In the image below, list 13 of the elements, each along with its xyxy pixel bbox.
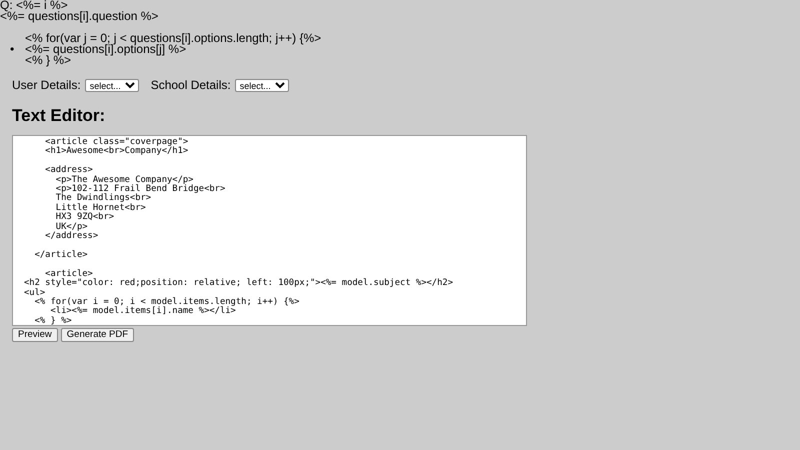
details-dropdown[interactable]: select... <box>84 78 139 92</box>
bullet-mark: • <box>10 44 14 55</box>
template-line: <% } %> <box>25 55 72 66</box>
details-dropdown[interactable]: select... <box>234 78 289 92</box>
template-line: <%= questions[i].question %> <box>0 11 160 22</box>
select-label: School Details: <box>150 78 231 92</box>
preview-button[interactable]: Preview <box>12 328 58 342</box>
generate-pdf-button[interactable]: Generate PDF <box>60 328 134 342</box>
template-line: <% for(var j = 0; j < questions[i].options.length; j++) {%> <box>25 33 322 44</box>
section-heading: Text Editor: <box>12 106 106 126</box>
select-label: User Details: <box>12 78 81 92</box>
text-editor[interactable]: <article class="coverpage"> <h1>Awesome<br>Company</h1> <address> <p>The Awesome Company</p> <p>102-112 Frail Bend Bridge<br> The Dwindlings<br> Little Hornet<br> HX3 9ZQ<br> UK</p> </address> </article> <article> <h2 style="color: red;position: relative; left: 100px;"><%= model.subject %></h2> <ul> <% for(var i = 0; i < model.items.length; i++) {%> <li><%= model.items[i].name %></li> <% } %> <box>12 135 527 326</box>
template-line: Q: <%= i %> <box>0 0 68 11</box>
